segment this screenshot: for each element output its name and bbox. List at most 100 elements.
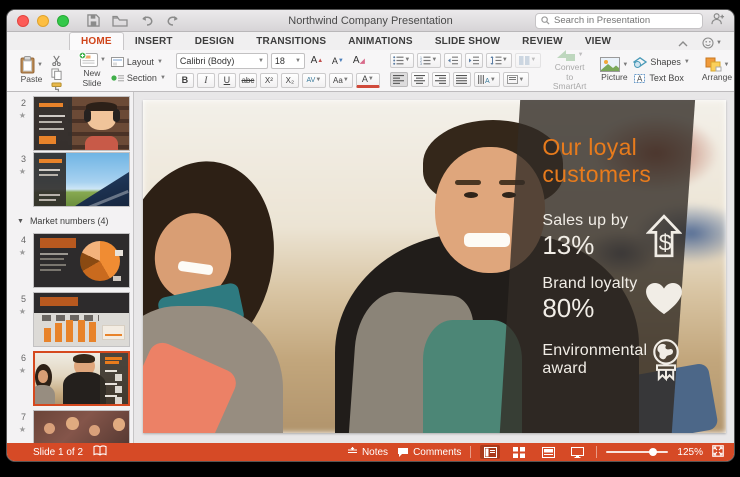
redo-icon[interactable]: [166, 15, 180, 27]
bold-button[interactable]: B: [175, 72, 194, 88]
feedback-smiley-icon[interactable]: ▼: [702, 37, 722, 49]
slide-thumbnail[interactable]: [33, 410, 130, 443]
comments-toggle[interactable]: Comments: [397, 447, 461, 458]
shrink-font-button[interactable]: A ▼: [329, 53, 347, 68]
collapse-ribbon-icon[interactable]: [678, 34, 688, 52]
grow-font-button[interactable]: A ▲: [308, 53, 326, 68]
font-name-combo[interactable]: Calibri (Body) ▼: [175, 52, 268, 69]
layout-icon: [110, 57, 124, 67]
tab-slide-show[interactable]: SLIDE SHOW: [424, 33, 511, 50]
animation-star-icon: ★: [18, 307, 26, 316]
search-box[interactable]: [535, 12, 703, 30]
font-color-button[interactable]: A ▼: [355, 72, 380, 88]
open-folder-icon[interactable]: [112, 15, 128, 27]
zoom-window-button[interactable]: [57, 14, 69, 27]
tab-animations[interactable]: ANIMATIONS: [337, 33, 424, 50]
decrease-indent-button[interactable]: [443, 52, 462, 68]
slide-canvas: Our loyal customers Sales up by 13% $ Br…: [134, 92, 734, 443]
align-right-button[interactable]: [431, 72, 450, 88]
columns-button[interactable]: ▼: [514, 52, 541, 68]
slide-thumbnail-selected[interactable]: [33, 351, 130, 406]
thumbnail-item-6-selected[interactable]: 6 ★: [7, 351, 133, 406]
align-center-button[interactable]: [410, 72, 429, 88]
section-collapse-icon[interactable]: ▼: [17, 218, 24, 225]
undo-icon[interactable]: [140, 15, 154, 27]
dollar-arrow-icon: $: [643, 213, 685, 258]
thumbnail-item-7[interactable]: 7 ★: [7, 410, 133, 443]
underline-button[interactable]: U: [217, 72, 236, 88]
increase-indent-button[interactable]: [464, 52, 483, 68]
subscript-button[interactable]: X₂: [280, 72, 299, 88]
slide-indicator: Slide 1 of 2: [33, 446, 84, 458]
reading-view-button[interactable]: [538, 445, 558, 459]
current-slide[interactable]: Our loyal customers Sales up by 13% $ Br…: [143, 100, 726, 433]
slide-thumbnail-panel: 2 ★ 3 ★ ▼ Market numbers (4) 4 ★ 5 ★ 6 ★…: [7, 92, 134, 443]
text-box-button[interactable]: A Text Box: [633, 73, 689, 84]
fit-slide-to-window-icon[interactable]: [712, 444, 724, 460]
change-case-button[interactable]: Aa ▼: [328, 72, 353, 88]
align-left-button[interactable]: [389, 72, 408, 88]
character-spacing-button[interactable]: AV ▼: [301, 72, 326, 88]
slide-show-button[interactable]: [567, 445, 587, 459]
zoom-level[interactable]: 125%: [677, 447, 703, 458]
stat-value: 80%: [542, 292, 595, 323]
status-bar: Slide 1 of 2 Notes Comments 125%: [7, 443, 734, 461]
superscript-button[interactable]: X²: [259, 72, 278, 88]
slide-thumbnail[interactable]: [33, 152, 130, 207]
thumbnail-item-2[interactable]: 2 ★: [7, 96, 133, 151]
numbering-button[interactable]: 123 ▼: [416, 52, 441, 68]
tab-home[interactable]: HOME: [69, 32, 124, 50]
animation-star-icon: ★: [18, 425, 26, 434]
strikethrough-button[interactable]: abc: [238, 72, 257, 88]
outline-book-icon[interactable]: [93, 445, 107, 459]
slide-sorter-view-button[interactable]: [509, 445, 529, 459]
convert-to-smartart-button[interactable]: ▼ Convert to SmartArt: [551, 47, 589, 92]
layout-button[interactable]: Layout ▼: [110, 57, 166, 67]
minimize-window-button[interactable]: [37, 14, 49, 27]
tab-design[interactable]: DESIGN: [184, 33, 246, 50]
save-icon[interactable]: [87, 14, 100, 27]
paste-button[interactable]: ▼ Paste: [18, 55, 45, 85]
new-slide-button[interactable]: ▼ New Slide: [76, 51, 108, 89]
slide-number: 3: [20, 154, 26, 164]
font-size-combo[interactable]: 18 ▼: [270, 52, 305, 69]
clear-formatting-button[interactable]: A ◢: [350, 53, 368, 68]
italic-button[interactable]: I: [196, 72, 215, 88]
justify-button[interactable]: [452, 72, 471, 88]
section-button[interactable]: Section ▼: [111, 73, 166, 83]
thumbnail-item-4[interactable]: 4 ★: [7, 233, 133, 288]
svg-text:A: A: [637, 74, 643, 83]
close-window-button[interactable]: [17, 14, 29, 27]
slide-thumbnail[interactable]: [33, 292, 130, 347]
slide-number: 2: [20, 98, 26, 108]
slide-thumbnail[interactable]: [33, 96, 130, 151]
slide-number: 5: [20, 294, 26, 304]
share-add-person-icon[interactable]: [711, 12, 726, 30]
zoom-slider[interactable]: [606, 446, 669, 458]
search-icon: [541, 12, 550, 30]
stat-award[interactable]: Environmental award: [542, 338, 685, 382]
copy-button[interactable]: [48, 67, 66, 81]
zoom-slider-knob[interactable]: [648, 448, 657, 456]
normal-view-button[interactable]: [480, 445, 501, 459]
arrange-icon: [705, 57, 721, 72]
arrange-button[interactable]: ▼ Arrange: [700, 56, 734, 83]
line-spacing-button[interactable]: ▼: [485, 52, 512, 68]
notes-toggle[interactable]: Notes: [347, 447, 388, 458]
shapes-button[interactable]: Shapes ▼: [633, 56, 690, 68]
slide-title[interactable]: Our loyal customers: [542, 134, 685, 188]
cut-button[interactable]: [48, 54, 66, 67]
thumbnail-item-3[interactable]: 3 ★: [7, 152, 133, 207]
stat-loyalty[interactable]: Brand loyalty 80%: [542, 275, 685, 322]
slide-thumbnail[interactable]: [33, 233, 130, 288]
tab-insert[interactable]: INSERT: [124, 33, 184, 50]
stat-sales[interactable]: Sales up by 13% $: [542, 212, 685, 259]
search-input[interactable]: [554, 15, 697, 26]
text-direction-button[interactable]: A ▼: [473, 72, 500, 88]
align-text-button[interactable]: ▼: [502, 72, 529, 88]
section-header-market-numbers[interactable]: ▼ Market numbers (4): [17, 216, 108, 226]
picture-button[interactable]: ▼ Picture: [598, 56, 630, 83]
thumbnail-item-5[interactable]: 5 ★: [7, 292, 133, 347]
tab-transitions[interactable]: TRANSITIONS: [245, 33, 337, 50]
bullets-button[interactable]: ▼: [389, 52, 414, 68]
